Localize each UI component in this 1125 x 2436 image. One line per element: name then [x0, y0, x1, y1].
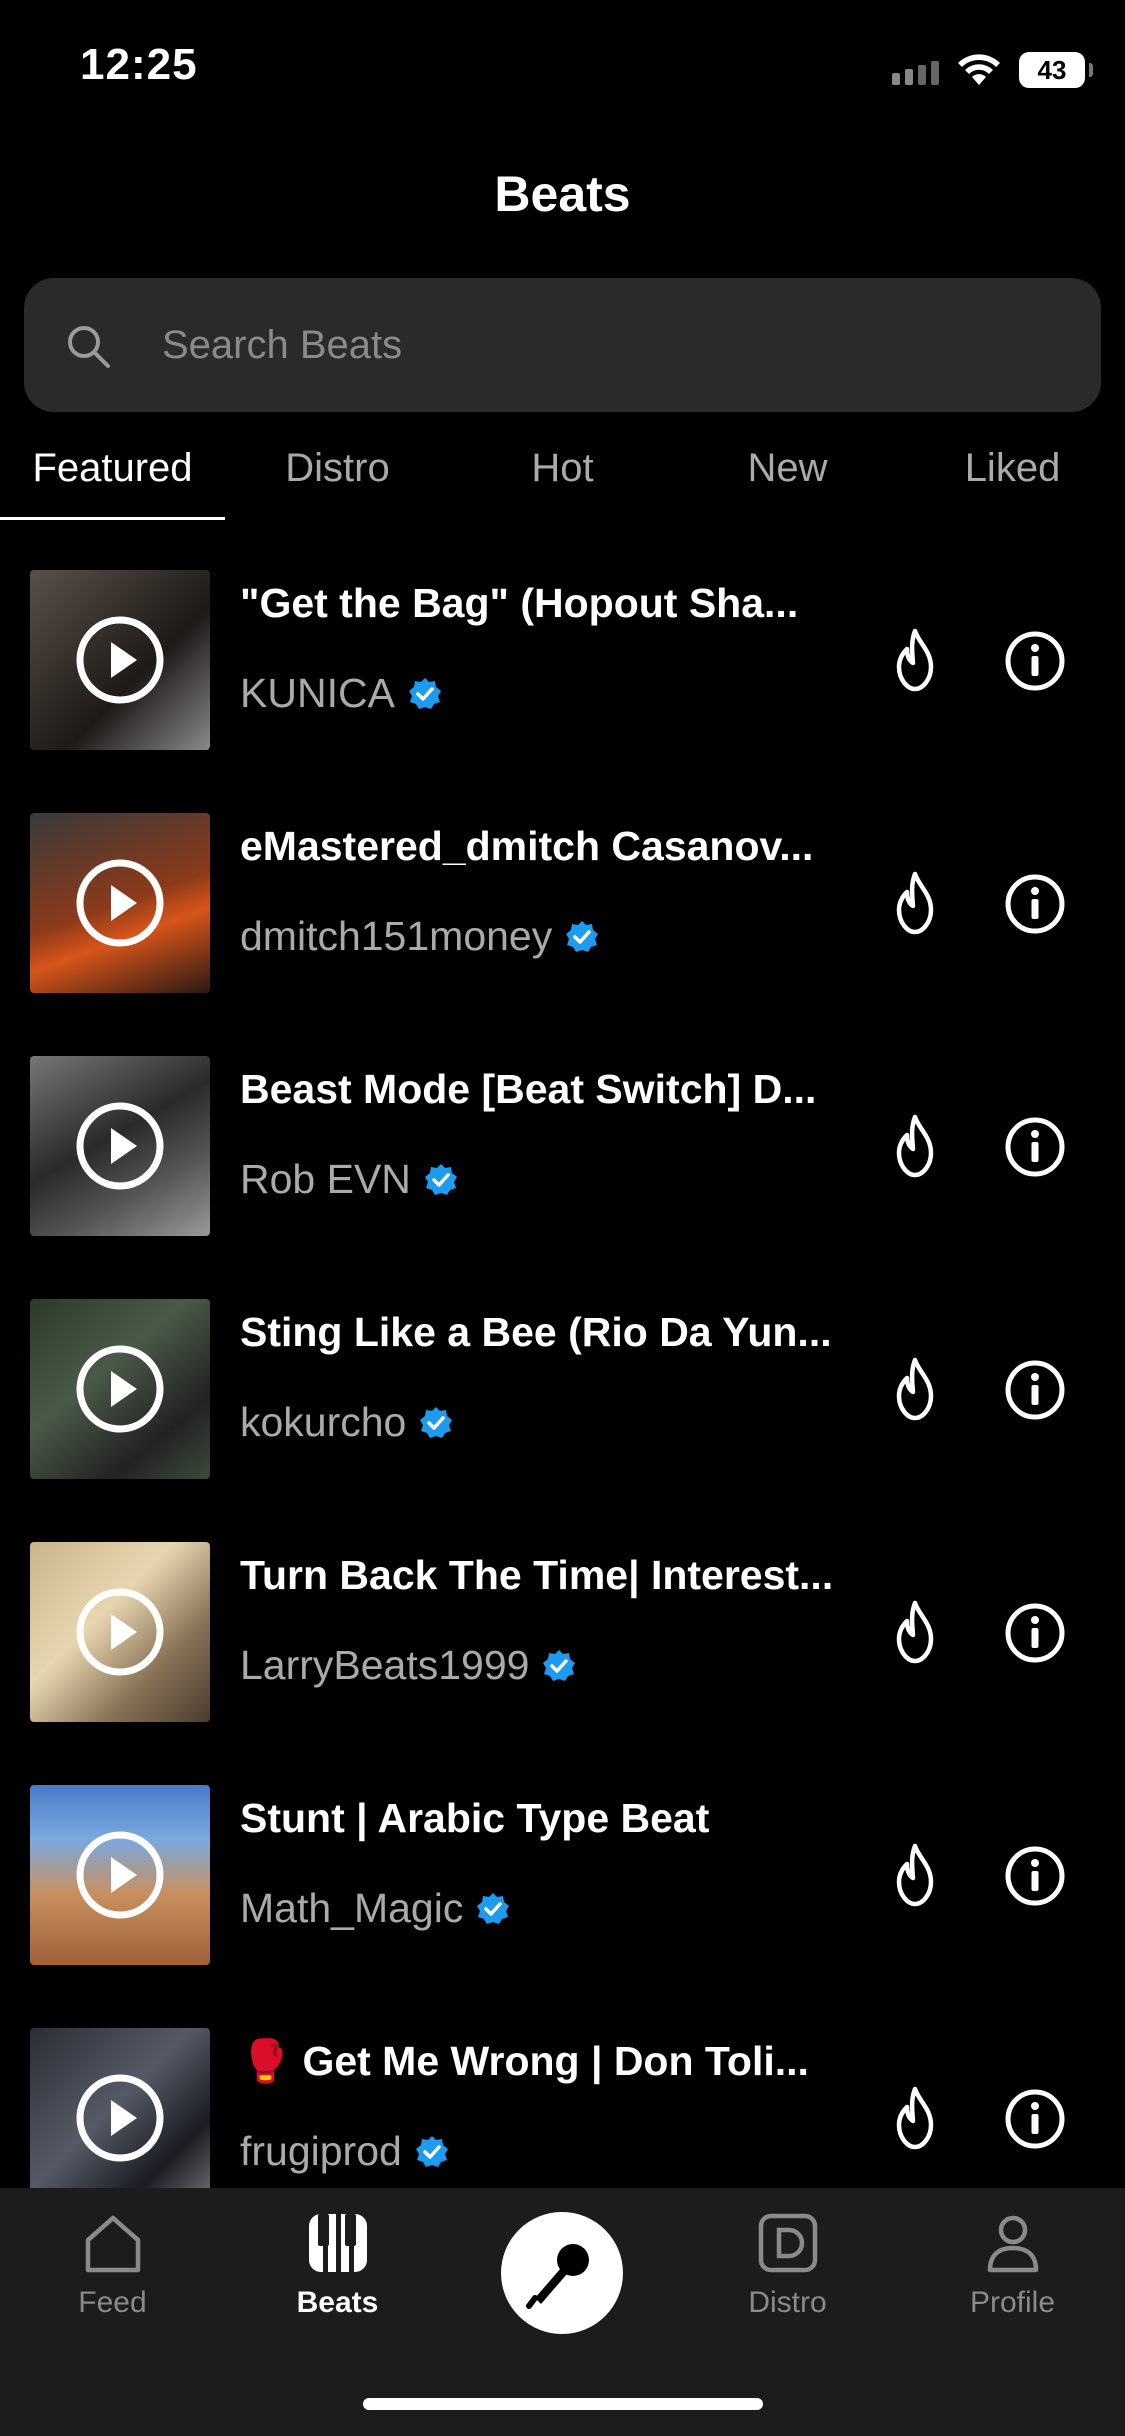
category-tabs: Featured Distro Hot New Liked [0, 430, 1125, 520]
list-item[interactable]: "Get the Bag" (Hopout Sha... KUNICA [0, 520, 1125, 763]
beats-list[interactable]: "Get the Bag" (Hopout Sha... KUNICA eMas… [0, 520, 1125, 2188]
nav-feed[interactable]: Feed [0, 2208, 225, 2348]
verified-icon [408, 677, 441, 709]
info-icon[interactable] [1004, 1359, 1066, 1421]
fire-icon[interactable] [885, 627, 945, 693]
beat-title[interactable]: Beast Mode [Beat Switch] D... [240, 1066, 840, 1113]
nav-label: Beats [296, 2286, 379, 2319]
nav-profile[interactable]: Profile [900, 2208, 1125, 2348]
beat-title[interactable]: "Get the Bag" (Hopout Sha... [240, 580, 840, 627]
list-item[interactable]: Turn Back The Time| Interest... LarryBea… [0, 1492, 1125, 1735]
artist[interactable]: Rob EVN [240, 1156, 459, 1203]
microphone-icon [526, 2244, 589, 2309]
info-icon[interactable] [1004, 630, 1066, 692]
verified-icon [420, 1406, 453, 1438]
beat-title[interactable]: 🥊 Get Me Wrong | Don Toli... [240, 2038, 840, 2086]
artist-name[interactable]: dmitch151money [240, 913, 552, 960]
nav-distro[interactable]: Distro [675, 2208, 900, 2348]
play-icon[interactable] [75, 615, 165, 705]
info-icon[interactable] [1004, 1602, 1066, 1664]
artist-name[interactable]: Math_Magic [240, 1885, 463, 1932]
nav-label: Feed [78, 2286, 147, 2319]
cover-art[interactable] [30, 813, 210, 993]
artist-name[interactable]: KUNICA [240, 670, 395, 717]
beats-screen: 12:25 43 Beats Featured Distro [0, 0, 1125, 2436]
verified-icon [424, 1163, 457, 1195]
list-item[interactable]: Sting Like a Bee (Rio Da Yun... kokurcho [0, 1249, 1125, 1492]
tab-hot[interactable]: Hot [450, 430, 675, 520]
play-icon[interactable] [75, 1587, 165, 1677]
artist-name[interactable]: Rob EVN [240, 1156, 411, 1203]
cover-art[interactable] [30, 1785, 210, 1965]
fire-icon[interactable] [885, 1842, 945, 1908]
nav-label: Profile [969, 2286, 1056, 2319]
fire-icon[interactable] [885, 870, 945, 936]
artist-name[interactable]: LarryBeats1999 [240, 1642, 529, 1689]
beat-title[interactable]: Stunt | Arabic Type Beat [240, 1795, 840, 1842]
beat-title[interactable]: Sting Like a Bee (Rio Da Yun... [240, 1309, 840, 1356]
nav-beats[interactable]: Beats [225, 2208, 450, 2348]
beat-title[interactable]: Turn Back The Time| Interest... [240, 1552, 840, 1599]
artist-name[interactable]: kokurcho [240, 1399, 406, 1446]
verified-icon [477, 1892, 510, 1924]
profile-icon [987, 2215, 1038, 2273]
piano-icon [308, 2214, 367, 2272]
verified-icon [566, 920, 599, 952]
play-icon[interactable] [75, 858, 165, 948]
wifi-icon [958, 54, 1000, 85]
artist[interactable]: kokurcho [240, 1399, 454, 1446]
info-icon[interactable] [1004, 2088, 1066, 2150]
status-indicators: 43 [892, 48, 1093, 92]
tab-new[interactable]: New [675, 430, 900, 520]
cellular-signal-icon [892, 55, 939, 85]
search-bar[interactable] [24, 278, 1101, 412]
cover-art[interactable] [30, 1056, 210, 1236]
tab-featured[interactable]: Featured [0, 430, 225, 520]
artist[interactable]: KUNICA [240, 670, 443, 717]
play-icon[interactable] [75, 1830, 165, 1920]
fire-icon[interactable] [885, 1599, 945, 1665]
list-item[interactable]: Stunt | Arabic Type Beat Math_Magic [0, 1735, 1125, 1978]
distro-icon [758, 2213, 817, 2273]
info-icon[interactable] [1004, 1116, 1066, 1178]
cover-art[interactable] [30, 1299, 210, 1479]
list-item[interactable]: eMastered_dmitch Casanov... dmitch151mon… [0, 763, 1125, 1006]
play-icon[interactable] [75, 1344, 165, 1434]
search-input[interactable] [162, 308, 1062, 382]
play-icon[interactable] [75, 1101, 165, 1191]
cover-art[interactable] [30, 1542, 210, 1722]
tab-distro[interactable]: Distro [225, 430, 450, 520]
info-icon[interactable] [1004, 873, 1066, 935]
artist[interactable]: dmitch151money [240, 913, 600, 960]
record-button[interactable] [501, 2212, 623, 2334]
cover-art[interactable] [30, 570, 210, 750]
tab-liked[interactable]: Liked [900, 430, 1125, 520]
verified-icon [415, 2135, 448, 2167]
verified-icon [543, 1649, 576, 1681]
play-icon[interactable] [75, 2073, 165, 2163]
list-item[interactable]: Beast Mode [Beat Switch] D... Rob EVN [0, 1006, 1125, 1249]
status-bar: 12:25 43 [0, 0, 1125, 140]
cover-art[interactable] [30, 2028, 210, 2188]
battery-indicator: 43 [1019, 52, 1093, 88]
artist[interactable]: LarryBeats1999 [240, 1642, 577, 1689]
home-icon [85, 2215, 140, 2273]
home-indicator[interactable] [363, 2398, 763, 2410]
artist[interactable]: Math_Magic [240, 1885, 511, 1932]
fire-icon[interactable] [885, 1113, 945, 1179]
artist-name[interactable]: frugiprod [240, 2128, 402, 2175]
search-icon [68, 326, 110, 368]
beat-title[interactable]: eMastered_dmitch Casanov... [240, 823, 840, 870]
info-icon[interactable] [1004, 1845, 1066, 1907]
list-item[interactable]: 🥊 Get Me Wrong | Don Toli... frugiprod [0, 1978, 1125, 2188]
nav-label: Distro [748, 2286, 827, 2319]
status-time: 12:25 [80, 40, 198, 89]
page-title: Beats [494, 166, 631, 222]
fire-icon[interactable] [885, 1356, 945, 1422]
fire-icon[interactable] [885, 2085, 945, 2151]
artist[interactable]: frugiprod [240, 2128, 450, 2175]
